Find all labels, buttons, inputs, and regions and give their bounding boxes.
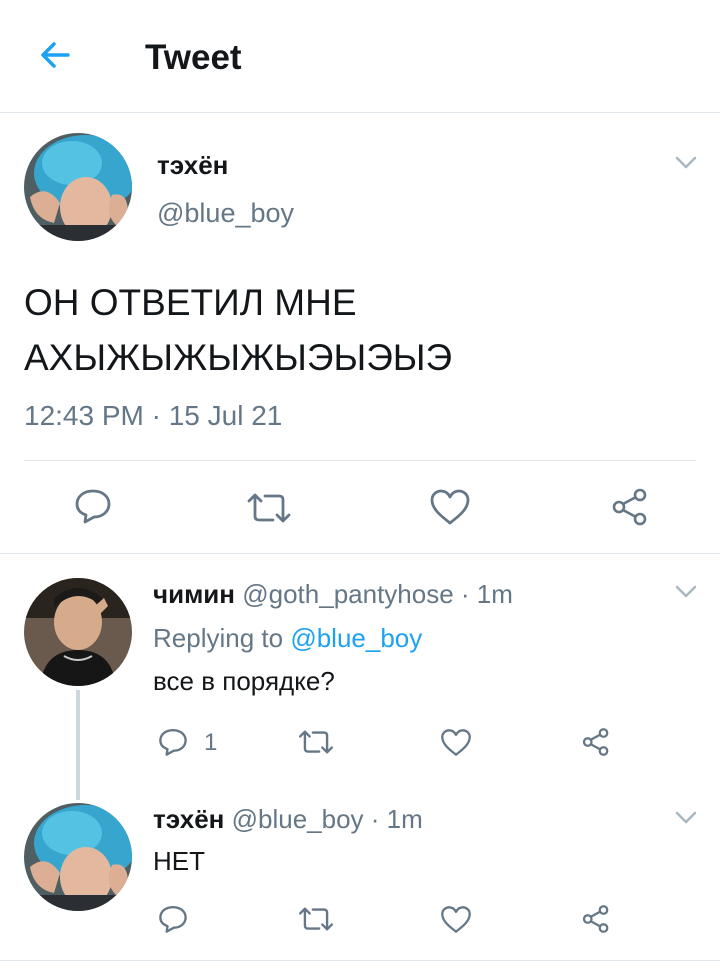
page-title: Tweet	[145, 38, 242, 77]
reply-icon[interactable]	[158, 727, 188, 757]
retweet-icon[interactable]	[297, 729, 335, 755]
reply-count: 1	[204, 729, 218, 756]
like-icon[interactable]	[440, 728, 472, 757]
share-icon[interactable]	[610, 487, 650, 527]
reply-text: все в порядке?	[153, 666, 335, 696]
tweet-timestamp: 12:43 PM · 15 Jul 21	[24, 400, 283, 431]
reply-header: чимин @goth_pantyhose · 1m	[153, 579, 513, 610]
author-handle[interactable]: @goth_pantyhose	[242, 579, 453, 609]
reply-icon[interactable]	[74, 487, 112, 525]
retweet-icon[interactable]	[297, 906, 335, 932]
reply-text: НЕТ	[153, 846, 205, 876]
replying-to-handle[interactable]: @blue_boy	[290, 623, 422, 653]
author-name[interactable]: тэхён	[153, 804, 224, 834]
section-divider	[0, 553, 720, 554]
replying-to-label: Replying to	[153, 623, 284, 653]
reply-time: · 1m	[370, 804, 423, 834]
thread-connector	[76, 690, 80, 800]
avatar[interactable]	[24, 578, 132, 686]
retweet-icon[interactable]	[245, 492, 293, 524]
section-divider	[0, 960, 720, 961]
back-arrow-icon[interactable]	[30, 30, 80, 80]
author-name[interactable]: чимин	[153, 579, 235, 609]
author-name[interactable]: тэхён	[157, 150, 228, 181]
avatar[interactable]	[24, 133, 132, 241]
like-icon[interactable]	[440, 905, 472, 934]
reply-time: · 1m	[460, 579, 513, 609]
chevron-down-icon[interactable]	[675, 156, 697, 170]
reply-header: тэхён @blue_boy · 1m	[153, 804, 423, 835]
share-icon[interactable]	[581, 727, 611, 757]
author-handle[interactable]: @blue_boy	[157, 198, 294, 229]
like-icon[interactable]	[429, 488, 471, 526]
tweet-text-line-1: ОН ОТВЕТИЛ МНЕ	[24, 282, 357, 323]
chevron-down-icon[interactable]	[675, 585, 697, 599]
replying-to: Replying to @blue_boy	[153, 623, 422, 654]
avatar[interactable]	[24, 803, 132, 911]
author-handle[interactable]: @blue_boy	[232, 804, 364, 834]
tweet-text-line-2: АХЫЖЫЖЫЖЫЭЫЭЫЭ	[24, 337, 453, 378]
divider	[24, 460, 696, 461]
chevron-down-icon[interactable]	[675, 811, 697, 825]
share-icon[interactable]	[581, 904, 611, 934]
reply-icon[interactable]	[158, 904, 188, 934]
top-bar: Tweet	[0, 0, 720, 113]
